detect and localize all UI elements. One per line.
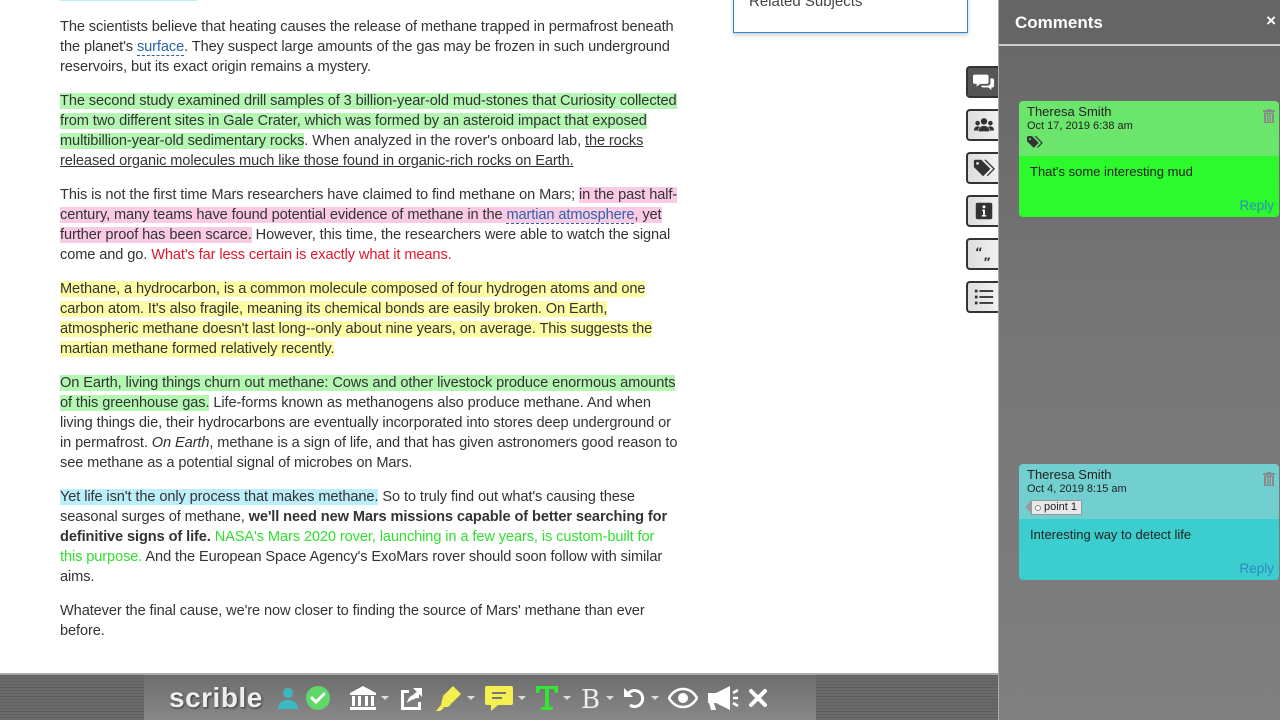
comments-title: Comments [1015, 13, 1103, 32]
library-button[interactable] [349, 685, 389, 711]
comment-body: Interesting way to detect life Reply [1019, 519, 1279, 580]
scrible-toolbar: scrible B [0, 673, 998, 720]
chevron-down-icon [517, 695, 526, 700]
reply-link[interactable]: Reply [1239, 561, 1274, 576]
check-circle-icon [305, 685, 330, 710]
comment-header: Theresa Smith Oct 17, 2019 6:38 am [1019, 101, 1279, 156]
definition-link-martian-atmosphere[interactable]: martian atmosphere [506, 207, 635, 224]
bold-icon: B [581, 685, 600, 712]
trash-icon[interactable] [1263, 109, 1275, 123]
user-button[interactable] [277, 686, 299, 710]
svg-text:”: ” [983, 255, 991, 265]
highlighter-button[interactable] [435, 684, 475, 712]
quote-icon: “” [975, 245, 991, 265]
definition-link-surface[interactable]: surface [136, 39, 184, 56]
megaphone-icon [707, 685, 739, 710]
chevron-down-icon [466, 695, 475, 700]
article-paragraph: This is not the first time Mars research… [60, 187, 678, 263]
tab-info[interactable] [966, 195, 1000, 227]
related-subjects-title: Related Subjects [749, 0, 863, 10]
comment-text: Interesting way to detect life [1030, 527, 1192, 542]
reply-link[interactable]: Reply [1239, 198, 1274, 213]
tab-comments[interactable] [966, 66, 1000, 98]
share-icon [400, 687, 422, 710]
announce-button[interactable] [707, 685, 739, 711]
article-paragraph-partial: northern hemisphere. [60, 0, 680, 3]
related-subjects-box: Related Subjects [733, 0, 968, 33]
highlight-blue[interactable]: Yet life isn't the only process that mak… [60, 489, 378, 505]
comment-card[interactable]: Theresa Smith Oct 17, 2019 6:38 am That'… [1019, 101, 1279, 217]
article-paragraph: Whatever the final cause, we're now clos… [60, 603, 645, 639]
library-icon [349, 685, 376, 710]
tab-outline[interactable] [966, 281, 1000, 313]
comments-icon [973, 74, 995, 91]
comment-body: That's some interesting mud Reply [1019, 156, 1279, 217]
undo-icon [623, 687, 644, 708]
article-paragraph: On Earth, living things churn out methan… [60, 375, 678, 471]
comment-icon [484, 685, 513, 711]
close-toolbar-button[interactable] [748, 688, 768, 708]
tag-icon[interactable] [1027, 135, 1047, 149]
toolbar-main: scrible B [144, 675, 816, 720]
text-color-button[interactable] [535, 684, 571, 712]
comments-panel: Comments × Theresa Smith Oct 17, 2019 6:… [998, 0, 1280, 720]
users-icon [973, 118, 995, 132]
close-comments-button[interactable]: × [1266, 11, 1276, 31]
comment-tag[interactable]: point 1 [1024, 500, 1083, 515]
tags-icon [973, 159, 995, 177]
highlighter-icon [435, 685, 461, 711]
comment-author: Theresa Smith [1027, 467, 1112, 482]
comment-text: That's some interesting mud [1030, 164, 1193, 179]
share-button[interactable] [398, 685, 426, 711]
svg-text:“: “ [975, 245, 983, 259]
user-icon [277, 687, 298, 709]
red-text-annotation[interactable]: What's far less certain is exactly what … [151, 247, 452, 263]
comment-button[interactable] [484, 684, 526, 712]
highlight-blue[interactable]: northern hemisphere. [60, 0, 197, 1]
list-icon [974, 289, 994, 305]
status-check[interactable] [305, 685, 331, 711]
eye-icon [667, 687, 698, 708]
comment-header: Theresa Smith Oct 4, 2019 8:15 am point … [1019, 464, 1279, 519]
view-button[interactable] [667, 686, 698, 710]
article-paragraph: Methane, a hydrocarbon, is a common mole… [60, 279, 680, 359]
info-icon [975, 202, 993, 220]
italic-annotation[interactable]: On Earth [152, 435, 210, 451]
article-content: northern hemisphere. The scientists beli… [60, 0, 680, 655]
comment-card[interactable]: Theresa Smith Oct 4, 2019 8:15 am point … [1019, 464, 1279, 580]
comment-date: Oct 17, 2019 6:38 am [1027, 120, 1133, 132]
tab-users[interactable] [966, 109, 1000, 141]
text-color-icon [535, 685, 558, 710]
chevron-down-icon [380, 695, 389, 700]
undo-button[interactable] [623, 685, 659, 711]
chevron-down-icon [562, 695, 571, 700]
article-paragraph: The second study examined drill samples … [60, 93, 677, 169]
scrible-logo[interactable]: scrible [169, 682, 263, 714]
svg-text:B: B [581, 685, 600, 712]
close-icon [748, 688, 767, 707]
bold-button[interactable]: B [580, 684, 614, 712]
highlight-yellow[interactable]: Methane, a hydrocarbon, is a common mole… [60, 281, 652, 357]
chevron-down-icon [650, 695, 659, 700]
trash-icon[interactable] [1263, 472, 1275, 486]
comment-date: Oct 4, 2019 8:15 am [1027, 483, 1127, 495]
tab-quotes[interactable]: “” [966, 238, 1000, 270]
article-paragraph: Yet life isn't the only process that mak… [60, 489, 668, 585]
chevron-down-icon [605, 695, 614, 700]
article-paragraph: The scientists believe that heating caus… [60, 19, 674, 75]
comments-header: Comments × [999, 0, 1280, 46]
tab-tags[interactable] [966, 152, 1000, 184]
side-tab-bar: “” [966, 66, 1000, 324]
comment-author: Theresa Smith [1027, 104, 1112, 119]
